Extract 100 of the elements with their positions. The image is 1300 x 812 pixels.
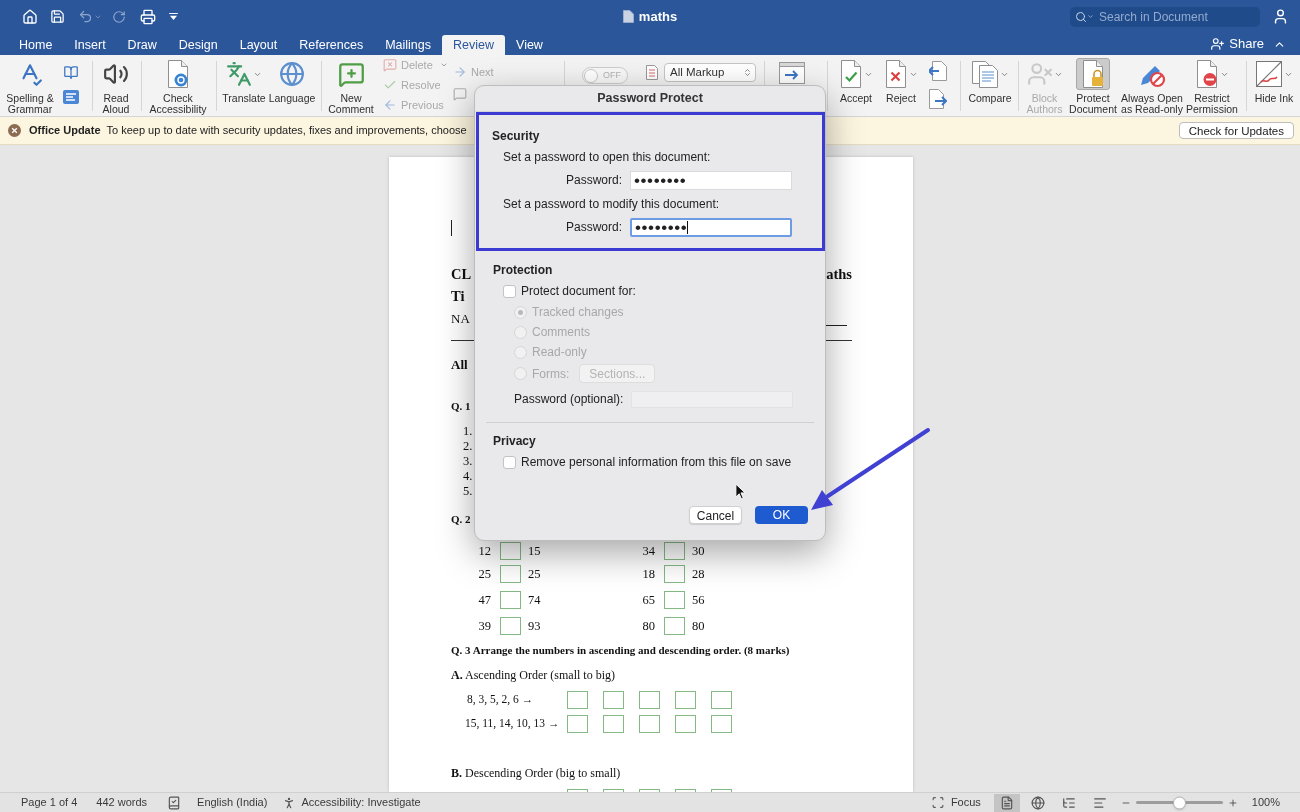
number-text: 39 <box>477 617 491 635</box>
ribbon-tab[interactable]: Draw <box>116 35 168 55</box>
section-heading: Security <box>492 128 540 145</box>
always-open-read-only-button[interactable]: Always Open as Read-only <box>1120 55 1184 114</box>
word-count[interactable]: 442 words <box>96 794 148 811</box>
answer-box <box>664 591 685 609</box>
ribbon-tab[interactable]: Review <box>442 35 506 55</box>
hide-ink-button[interactable]: Hide Ink <box>1251 55 1297 104</box>
check-for-updates-button[interactable]: Check for Updates <box>1178 122 1294 139</box>
number-text: 15 <box>528 542 542 560</box>
ribbon-tab[interactable]: Design <box>167 35 229 55</box>
radio-button[interactable] <box>514 325 527 339</box>
save-icon[interactable] <box>50 9 65 24</box>
ribbon-tab[interactable]: References <box>288 35 375 55</box>
restrict-permission-button[interactable]: Restrict Permission <box>1184 55 1240 114</box>
ok-button[interactable]: OK <box>755 506 808 524</box>
checkbox-label: Remove personal information from this file on save <box>521 454 792 471</box>
book-check-icon[interactable] <box>167 795 182 810</box>
field-label: Password (optional): <box>514 392 624 406</box>
heading-fragment: aths <box>826 265 852 285</box>
reject-button[interactable]: Reject <box>879 55 923 104</box>
answer-box <box>603 715 624 733</box>
answer-box <box>664 542 685 560</box>
zoom-slider-thumb[interactable] <box>1172 796 1186 809</box>
share-button[interactable]: Share <box>1210 34 1264 54</box>
accessibility-status[interactable]: Accessibility: Investigate <box>301 794 421 811</box>
person-icon[interactable] <box>1272 8 1289 25</box>
radio-button[interactable] <box>514 345 527 359</box>
lines-tile-icon[interactable] <box>63 90 79 104</box>
document-title: maths <box>638 7 678 26</box>
language-status[interactable]: English (India) <box>197 794 268 811</box>
number-text: 25 <box>477 565 491 583</box>
answer-box <box>711 715 732 733</box>
document-lines-icon <box>646 65 658 80</box>
number-sequence: 15, 11, 14, 10, 13 → <box>465 716 560 732</box>
dropdown-caret-icon[interactable] <box>169 13 178 20</box>
spelling-grammar-button[interactable]: Spelling & Grammar <box>2 55 58 114</box>
question-heading: Q. 3 Arrange the numbers in ascending and descending order. (8 marks) <box>451 642 790 658</box>
translate-button[interactable]: Translate <box>220 55 268 104</box>
answer-box <box>500 565 521 583</box>
checkbox[interactable] <box>503 284 516 298</box>
ribbon-tab[interactable]: Home <box>8 35 64 55</box>
ribbon-tab[interactable]: Mailings <box>374 35 443 55</box>
compare-button[interactable]: Compare <box>966 55 1014 104</box>
book-icon[interactable] <box>63 65 79 80</box>
lines-icon <box>1092 795 1107 810</box>
number-text: 65 <box>641 591 655 609</box>
page-count[interactable]: Page 1 of 4 <box>21 794 78 811</box>
print-icon[interactable] <box>140 8 156 25</box>
answer-box <box>639 691 660 709</box>
comment-icon[interactable] <box>453 87 467 101</box>
check-accessibility-button[interactable]: Check Accessibility <box>145 55 211 114</box>
password-field[interactable]: •••••••• <box>630 170 792 190</box>
answer-box <box>675 715 696 733</box>
answer-box <box>711 691 732 709</box>
answer-box <box>567 715 588 733</box>
home-icon[interactable] <box>22 8 38 25</box>
checkbox-label: Protect document for: <box>521 283 636 300</box>
markup-select[interactable]: All Markup <box>664 63 756 82</box>
search-field[interactable]: Search in Document <box>1070 6 1260 27</box>
radio-button[interactable] <box>514 305 527 319</box>
section-heading: Protection <box>493 262 553 279</box>
option-label: Forms: <box>532 365 570 383</box>
ribbon-tab[interactable]: Layout <box>228 35 289 55</box>
checkbox[interactable] <box>503 455 516 469</box>
section-heading: Privacy <box>493 433 536 450</box>
heading-fragment: NA <box>451 310 470 329</box>
accept-button[interactable]: Accept <box>833 55 879 104</box>
page-arrow-right-icon[interactable] <box>929 89 947 109</box>
page-arrow-left-icon[interactable] <box>929 61 947 81</box>
protect-document-button[interactable]: Protect Document <box>1066 55 1120 114</box>
text-cursor <box>687 220 689 234</box>
text-cursor <box>451 220 452 236</box>
up-down-icon <box>743 67 752 78</box>
radio-button[interactable] <box>514 367 527 380</box>
answer-box <box>567 691 588 709</box>
option-label: Read-only <box>532 344 587 361</box>
field-prompt: Set a password to open this document: <box>503 149 711 166</box>
zoom-in-icon[interactable] <box>1227 797 1238 808</box>
new-comment-button[interactable]: New Comment <box>325 55 377 114</box>
ribbon-tab[interactable]: Insert <box>63 35 117 55</box>
language-button[interactable]: Language <box>268 55 316 104</box>
cancel-button[interactable]: Cancel <box>689 506 742 524</box>
heading-fragment: Ti <box>451 287 465 307</box>
password-field[interactable]: •••••••• <box>630 217 792 237</box>
list-number: 3. <box>463 453 473 471</box>
answer-box <box>639 715 660 733</box>
field-prompt: Set a password to modify this document: <box>503 196 720 213</box>
focus-icon <box>930 796 945 809</box>
answer-box <box>664 565 685 583</box>
ribbon-tab[interactable]: View <box>505 35 554 55</box>
read-aloud-button[interactable]: Read Aloud <box>96 55 136 114</box>
view-button[interactable] <box>993 793 1020 812</box>
close-icon[interactable] <box>8 124 21 137</box>
number-sequence: 8, 3, 5, 2, 6 → <box>467 692 534 708</box>
instruction-fragment: All <box>451 356 468 375</box>
list-number: 2. <box>463 438 473 456</box>
comment-x-icon <box>383 58 397 72</box>
number-text: 80 <box>641 617 655 635</box>
focus-button[interactable]: Focus <box>930 794 981 811</box>
